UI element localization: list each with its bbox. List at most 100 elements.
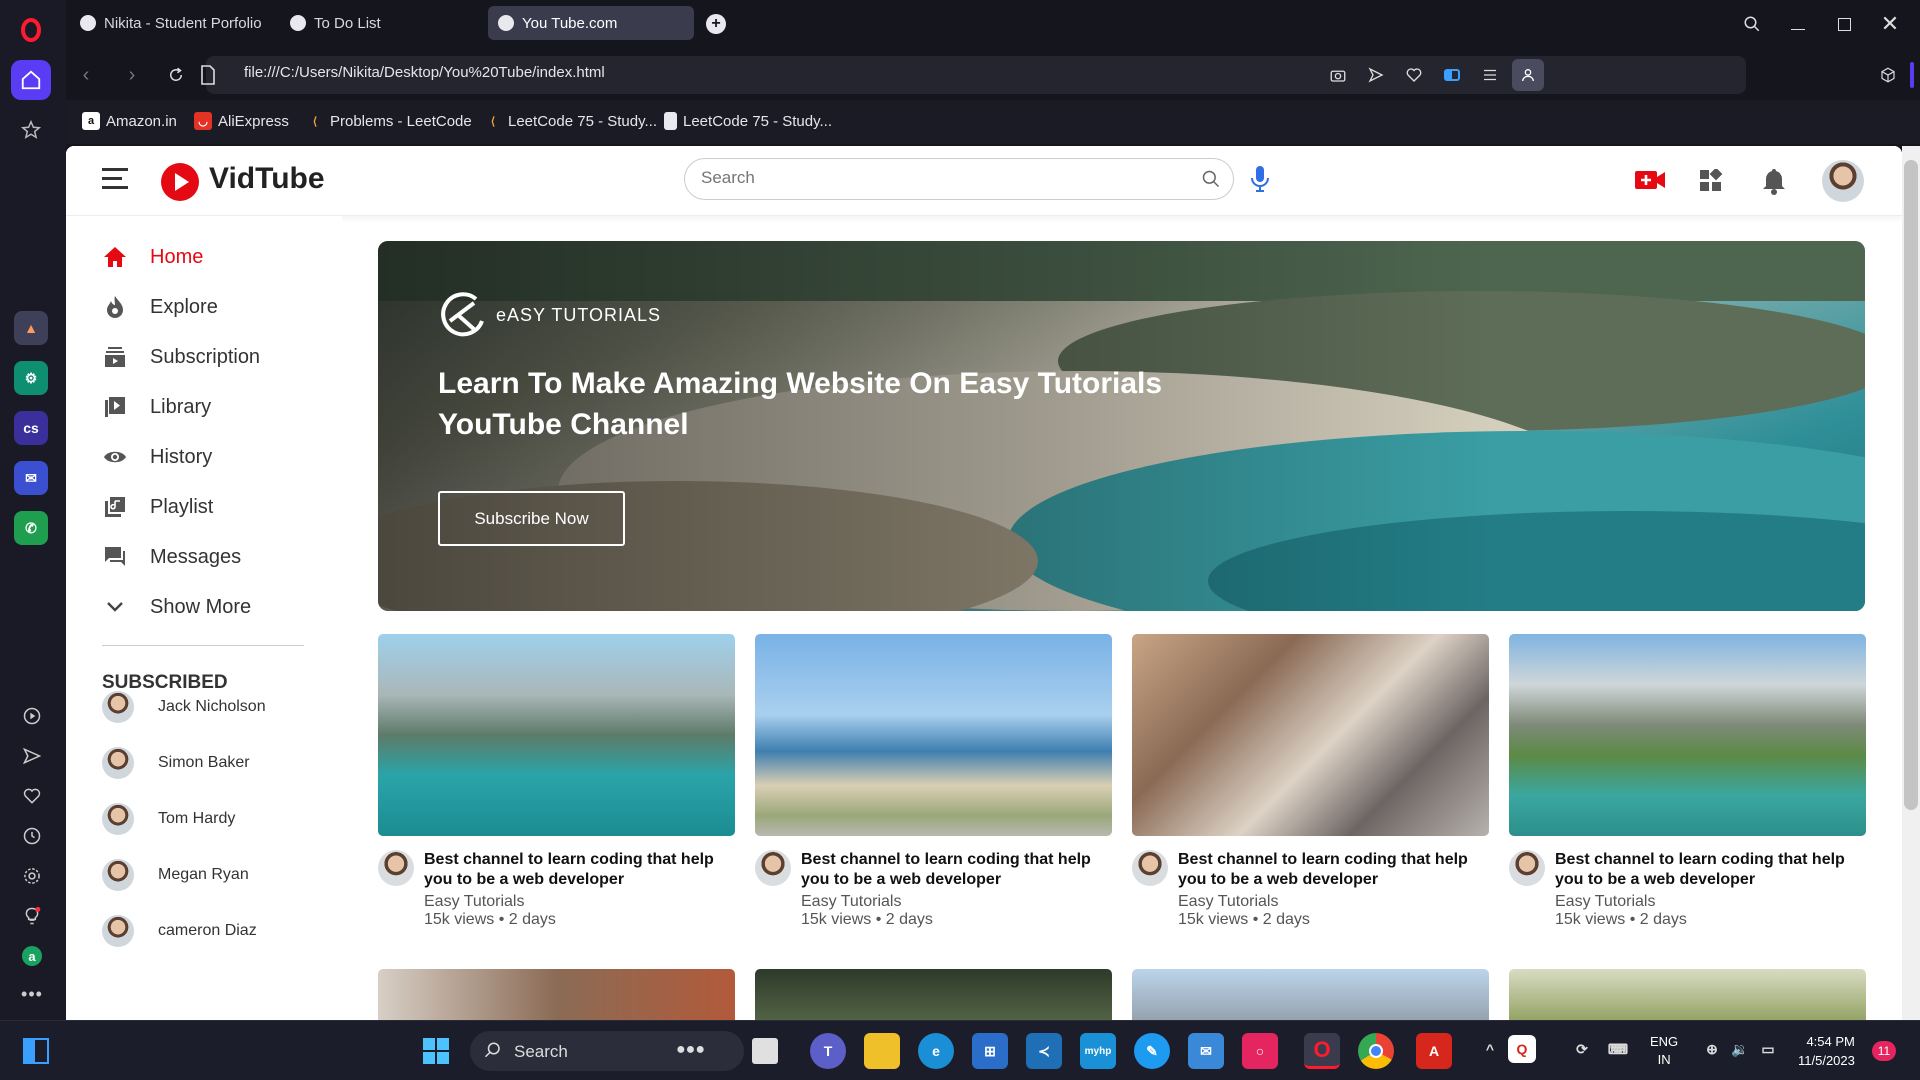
subscribed-channel[interactable]: Megan Ryan (102, 859, 249, 891)
video-thumbnail[interactable] (755, 969, 1112, 1020)
mic-icon[interactable] (1249, 164, 1271, 199)
search-input[interactable] (701, 168, 1181, 188)
forward-button[interactable]: › (116, 59, 148, 91)
channel-name[interactable]: Easy Tutorials (801, 893, 1112, 911)
share-icon[interactable] (1360, 59, 1392, 91)
clock-icon[interactable] (18, 822, 46, 850)
subscribed-channel[interactable]: Jack Nicholson (102, 691, 266, 723)
chatgpt-icon[interactable]: ⚙ (14, 361, 48, 395)
clock[interactable]: 4:54 PM 11/5/2023 (1798, 1032, 1855, 1070)
subscribed-channel[interactable]: Tom Hardy (102, 803, 235, 835)
more-icon[interactable]: ••• (18, 980, 46, 1008)
mail-icon[interactable]: ✉ (1188, 1033, 1224, 1069)
video-thumbnail[interactable] (378, 969, 735, 1020)
search-icon[interactable] (1201, 169, 1221, 194)
windows-start-icon[interactable] (418, 1033, 454, 1069)
opera-gx-icon[interactable]: ○ (1242, 1033, 1278, 1069)
search-tabs-icon[interactable] (1736, 8, 1768, 40)
channel-avatar[interactable] (378, 850, 414, 886)
channel-name[interactable]: Easy Tutorials (1555, 893, 1866, 911)
scrollbar-thumb[interactable] (1904, 160, 1918, 810)
video-thumbnail[interactable] (1132, 634, 1489, 836)
video-title[interactable]: Best channel to learn coding that help y… (801, 850, 1112, 890)
video-title[interactable]: Best channel to learn coding that help y… (424, 850, 735, 890)
cs-app-icon[interactable]: cs (14, 411, 48, 445)
opera-icon[interactable]: O (1304, 1033, 1340, 1069)
channel-avatar[interactable] (1509, 850, 1545, 886)
box-icon[interactable] (1872, 59, 1904, 91)
sidebar-item-explore[interactable]: Explore (102, 294, 218, 320)
channel-name[interactable]: Easy Tutorials (1178, 893, 1489, 911)
camera-icon[interactable] (1322, 59, 1354, 91)
settings-icon[interactable] (18, 862, 46, 890)
video-card[interactable]: Best channel to learn coding that help y… (1509, 634, 1866, 929)
video-card[interactable]: Best channel to learn coding that help y… (1132, 634, 1489, 929)
messenger-icon[interactable]: ✉ (14, 461, 48, 495)
widgets-icon[interactable] (18, 1033, 54, 1069)
bookmark-amazon[interactable]: a Amazon.in (82, 112, 177, 130)
notification-badge[interactable]: 11 (1872, 1041, 1896, 1061)
video-card[interactable]: Best channel to learn coding that help y… (755, 634, 1112, 929)
tab-portfolio[interactable]: Nikita - Student Porfolio (70, 6, 272, 40)
amazon-app-icon[interactable]: a (18, 942, 46, 970)
logo-text[interactable]: VidTube (209, 162, 325, 196)
sidebar-item-library[interactable]: Library (102, 394, 211, 420)
bookmark-leetcode-75[interactable]: ⟨ LeetCode 75 - Study... (484, 112, 657, 130)
whatsapp-icon[interactable]: ✆ (14, 511, 48, 545)
video-title[interactable]: Best channel to learn coding that help y… (1555, 850, 1866, 890)
globe-icon[interactable]: ⊕ (1698, 1035, 1726, 1063)
video-thumbnail[interactable] (1509, 969, 1866, 1020)
lightbulb-icon[interactable] (18, 902, 46, 930)
bell-icon[interactable] (1762, 167, 1786, 200)
subscribed-channel[interactable]: Simon Baker (102, 747, 250, 779)
sidebar-item-history[interactable]: History (102, 444, 212, 470)
user-avatar[interactable] (1822, 160, 1864, 202)
close-window-button[interactable]: ✕ (1874, 8, 1906, 40)
video-thumbnail[interactable] (378, 634, 735, 836)
tab-youtube[interactable]: You Tube.com (488, 6, 694, 40)
channel-avatar[interactable] (755, 850, 791, 886)
heart-icon[interactable] (18, 782, 46, 810)
subscribe-now-button[interactable]: Subscribe Now (438, 491, 625, 546)
chevron-up-icon[interactable]: ^ (1476, 1035, 1504, 1063)
sidebar-item-show-more[interactable]: Show More (102, 594, 251, 620)
chat-app-icon[interactable]: ✎ (1134, 1033, 1170, 1069)
channel-avatar[interactable] (1132, 850, 1168, 886)
aria-icon[interactable]: ▲ (14, 311, 48, 345)
sidebar-item-messages[interactable]: Messages (102, 544, 241, 570)
video-thumbnail[interactable] (755, 634, 1112, 836)
send-icon[interactable] (18, 742, 46, 770)
tab-todo[interactable]: To Do List (280, 6, 391, 40)
profile-icon[interactable] (1512, 59, 1544, 91)
subscribed-channel[interactable]: cameron Diaz (102, 915, 257, 947)
language-indicator[interactable]: ENG IN (1650, 1033, 1678, 1069)
sidebar-item-playlist[interactable]: Playlist (102, 494, 213, 520)
volume-icon[interactable]: 🔉 (1726, 1035, 1754, 1063)
taskbar-search[interactable]: Search ●●● (470, 1031, 744, 1071)
opera-logo-icon[interactable] (11, 10, 51, 50)
task-view-icon[interactable] (752, 1038, 778, 1064)
home-icon[interactable] (11, 60, 51, 100)
bookmark-leetcode-problems[interactable]: ⟨ Problems - LeetCode (306, 112, 472, 130)
sidebar-item-subscription[interactable]: Subscription (102, 344, 260, 370)
battery-saver-icon[interactable] (1436, 59, 1468, 91)
chrome-icon[interactable] (1358, 1033, 1394, 1069)
vscode-icon[interactable]: ≺ (1026, 1033, 1062, 1069)
back-button[interactable]: ‹ (70, 59, 102, 91)
store-icon[interactable]: ⊞ (972, 1033, 1008, 1069)
sidebar-item-home[interactable]: Home (102, 244, 203, 270)
bookmark-aliexpress[interactable]: ◡ AliExpress (194, 112, 289, 130)
minimize-button[interactable] (1782, 8, 1814, 40)
teams-icon[interactable]: T (810, 1033, 846, 1069)
sync-icon[interactable]: ⟳ (1568, 1035, 1596, 1063)
file-explorer-icon[interactable] (864, 1033, 900, 1069)
player-icon[interactable] (18, 702, 46, 730)
video-thumbnail[interactable] (1132, 969, 1489, 1020)
star-icon[interactable] (11, 110, 51, 150)
easy-setup-icon[interactable] (1474, 59, 1506, 91)
video-title[interactable]: Best channel to learn coding that help y… (1178, 850, 1489, 890)
apps-icon[interactable] (1699, 167, 1723, 198)
new-tab-button[interactable]: + (700, 8, 732, 40)
upload-video-icon[interactable] (1634, 168, 1666, 197)
acrobat-icon[interactable]: A (1416, 1033, 1452, 1069)
